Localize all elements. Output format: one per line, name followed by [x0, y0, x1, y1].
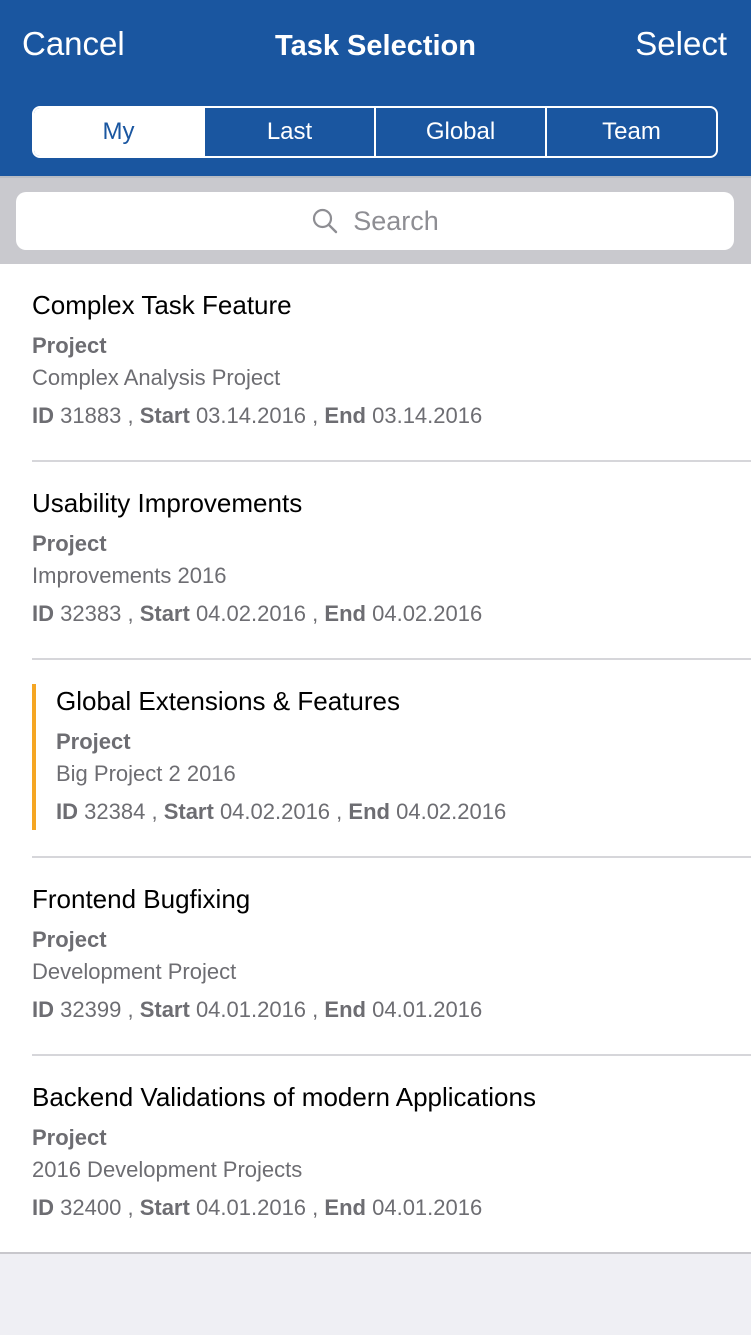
start-label: Start: [139, 997, 190, 1022]
separator: ,: [127, 601, 134, 626]
list-item[interactable]: Frontend Bugfixing Project Development P…: [0, 858, 751, 1056]
scope-segmented-control: My Last Global Team: [32, 106, 718, 158]
project-label: Project: [32, 531, 107, 556]
end-date: 04.01.2016: [372, 1195, 483, 1220]
search-placeholder: Search: [353, 205, 439, 236]
start-label: Start: [139, 601, 190, 626]
start-date: 03.14.2016: [195, 403, 307, 428]
tab-my[interactable]: My: [34, 108, 205, 156]
search-bar: Search: [0, 176, 751, 264]
task-meta: ID 31883 , Start 03.14.2016 , End 03.14.…: [32, 402, 731, 430]
project-name: 2016 Development Projects: [32, 1157, 303, 1182]
start-date: 04.02.2016: [195, 601, 307, 626]
task-meta: ID 32384 , Start 04.02.2016 , End 04.02.…: [56, 798, 731, 826]
task-title: Backend Validations of modern Applicatio…: [32, 1082, 536, 1112]
task-list: Complex Task Feature Project Complex Ana…: [0, 264, 751, 1254]
separator: ,: [312, 997, 319, 1022]
project-name: Big Project 2 2016: [56, 761, 236, 786]
start-label: Start: [139, 1195, 190, 1220]
start-label: Start: [139, 403, 190, 428]
id-label: ID: [32, 1195, 54, 1220]
list-item[interactable]: Usability Improvements Project Improveme…: [0, 462, 751, 660]
separator: ,: [312, 601, 319, 626]
id-label: ID: [32, 601, 54, 626]
separator: ,: [312, 403, 319, 428]
project-name: Improvements 2016: [32, 563, 227, 588]
task-id: 32384: [84, 799, 146, 824]
end-date: 04.02.2016: [396, 799, 507, 824]
end-date: 04.02.2016: [372, 601, 483, 626]
id-label: ID: [32, 997, 54, 1022]
id-label: ID: [56, 799, 78, 824]
separator: ,: [312, 1195, 319, 1220]
task-title: Frontend Bugfixing: [32, 884, 251, 914]
project-label: Project: [56, 729, 131, 754]
separator: ,: [127, 997, 134, 1022]
project-label: Project: [32, 927, 107, 952]
separator: ,: [127, 1195, 134, 1220]
task-title: Global Extensions & Features: [56, 686, 400, 716]
end-label: End: [324, 997, 366, 1022]
list-item-highlighted[interactable]: Global Extensions & Features Project Big…: [0, 660, 751, 858]
end-date: 03.14.2016: [372, 403, 483, 428]
task-title: Usability Improvements: [32, 488, 303, 518]
start-date: 04.01.2016: [195, 1195, 307, 1220]
project-name: Complex Analysis Project: [32, 365, 281, 390]
end-label: End: [324, 403, 366, 428]
task-meta: ID 32400 , Start 04.01.2016 , End 04.01.…: [32, 1194, 731, 1222]
task-id: 32399: [60, 997, 122, 1022]
tab-global[interactable]: Global: [376, 108, 547, 156]
task-id: 32400: [60, 1195, 122, 1220]
task-id: 31883: [60, 403, 122, 428]
search-input[interactable]: Search: [16, 192, 734, 250]
project-name: Development Project: [32, 959, 237, 984]
end-label: End: [324, 1195, 366, 1220]
tab-last[interactable]: Last: [205, 108, 376, 156]
highlight-accent-bar: [32, 684, 36, 830]
project-label: Project: [32, 1125, 107, 1150]
search-icon: [313, 208, 338, 234]
select-button[interactable]: Select: [635, 24, 727, 64]
start-date: 04.01.2016: [195, 997, 307, 1022]
navigation-bar: Cancel Task Selection Select My Last Glo…: [0, 0, 751, 176]
end-label: End: [348, 799, 390, 824]
task-title: Complex Task Feature: [32, 290, 292, 320]
start-label: Start: [163, 799, 214, 824]
separator: ,: [151, 799, 158, 824]
task-id: 32383: [60, 601, 122, 626]
start-date: 04.02.2016: [219, 799, 331, 824]
task-meta: ID 32383 , Start 04.02.2016 , End 04.02.…: [32, 600, 731, 628]
end-label: End: [324, 601, 366, 626]
task-meta: ID 32399 , Start 04.01.2016 , End 04.01.…: [32, 996, 731, 1024]
project-label: Project: [32, 333, 107, 358]
id-label: ID: [32, 403, 54, 428]
tab-team[interactable]: Team: [547, 108, 716, 156]
separator: ,: [127, 403, 134, 428]
separator: ,: [336, 799, 343, 824]
list-item[interactable]: Backend Validations of modern Applicatio…: [0, 1056, 751, 1254]
list-item[interactable]: Complex Task Feature Project Complex Ana…: [0, 264, 751, 462]
end-date: 04.01.2016: [372, 997, 483, 1022]
